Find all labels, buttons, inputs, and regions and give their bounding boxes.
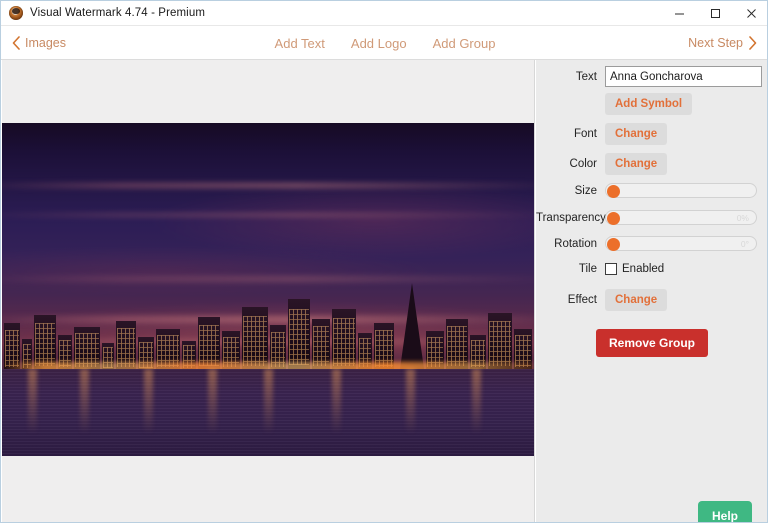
- minimize-button[interactable]: [661, 1, 697, 26]
- size-slider-knob[interactable]: [607, 185, 620, 198]
- close-button[interactable]: [733, 1, 768, 26]
- remove-group-button[interactable]: Remove Group: [596, 329, 708, 357]
- app-logo-icon: [9, 6, 23, 20]
- rotation-label: Rotation: [536, 238, 605, 250]
- font-label: Font: [536, 128, 605, 140]
- transparency-slider[interactable]: 0%: [605, 210, 757, 225]
- effect-change-button[interactable]: Change: [605, 289, 667, 311]
- effect-label: Effect: [536, 294, 605, 306]
- close-icon: [746, 8, 757, 19]
- rotation-slider-value: 0°: [741, 239, 749, 249]
- back-to-images-label: Images: [25, 36, 66, 50]
- size-slider[interactable]: [605, 183, 757, 198]
- transparency-label: Transparency: [536, 212, 605, 224]
- help-button[interactable]: Help: [698, 501, 752, 523]
- transparency-slider-knob[interactable]: [607, 212, 620, 225]
- size-label: Size: [536, 185, 605, 197]
- rotation-slider-knob[interactable]: [607, 238, 620, 251]
- color-row: Color Change: [536, 153, 768, 175]
- watermark-text-input[interactable]: [605, 66, 762, 87]
- add-symbol-row: Add Symbol: [536, 93, 768, 115]
- color-change-button[interactable]: Change: [605, 153, 667, 175]
- maximize-button[interactable]: [697, 1, 733, 26]
- text-row: Text: [536, 66, 768, 87]
- add-logo-button[interactable]: Add Logo: [351, 36, 407, 51]
- tile-enabled-checkbox[interactable]: [605, 263, 617, 275]
- window-title: Visual Watermark 4.74 - Premium: [30, 7, 205, 19]
- toolbar-actions: Add Text Add Logo Add Group: [1, 26, 768, 60]
- add-symbol-button[interactable]: Add Symbol: [605, 93, 692, 115]
- preview-image[interactable]: Anna Goncharova: [2, 123, 535, 456]
- font-change-button[interactable]: Change: [605, 123, 667, 145]
- font-row: Font Change: [536, 123, 768, 145]
- application-window: Visual Watermark 4.74 - Premium Images A…: [0, 0, 768, 523]
- window-controls: [661, 1, 768, 26]
- maximize-icon: [710, 8, 721, 19]
- text-label: Text: [536, 71, 605, 83]
- rotation-row: Rotation 0°: [536, 236, 768, 251]
- chevron-right-icon: [748, 36, 757, 50]
- add-group-button[interactable]: Add Group: [433, 36, 496, 51]
- minimize-icon: [674, 8, 685, 19]
- add-text-button[interactable]: Add Text: [275, 36, 325, 51]
- title-bar: Visual Watermark 4.74 - Premium: [1, 1, 768, 26]
- color-label: Color: [536, 158, 605, 170]
- water-layer: [2, 369, 535, 456]
- remove-group-row: Remove Group: [536, 329, 768, 357]
- back-to-images-button[interactable]: Images: [12, 26, 66, 60]
- next-step-label: Next Step: [688, 36, 743, 50]
- rotation-slider[interactable]: 0°: [605, 236, 757, 251]
- transparency-row: Transparency 0%: [536, 210, 768, 225]
- next-step-button[interactable]: Next Step: [688, 26, 757, 60]
- tile-row: Tile Enabled: [536, 263, 768, 275]
- tile-label: Tile: [536, 263, 605, 275]
- effect-row: Effect Change: [536, 289, 768, 311]
- size-row: Size: [536, 183, 768, 198]
- preview-canvas[interactable]: Anna Goncharova: [2, 60, 535, 523]
- city-skyline-layer: [2, 270, 535, 370]
- main-toolbar: Images Add Text Add Logo Add Group Next …: [1, 26, 768, 60]
- transparency-slider-value: 0%: [737, 213, 749, 223]
- watermark-settings-panel: Text Add Symbol Font Change Color Change…: [536, 60, 768, 523]
- chevron-left-icon: [12, 36, 21, 50]
- tile-enabled-label: Enabled: [622, 263, 664, 275]
